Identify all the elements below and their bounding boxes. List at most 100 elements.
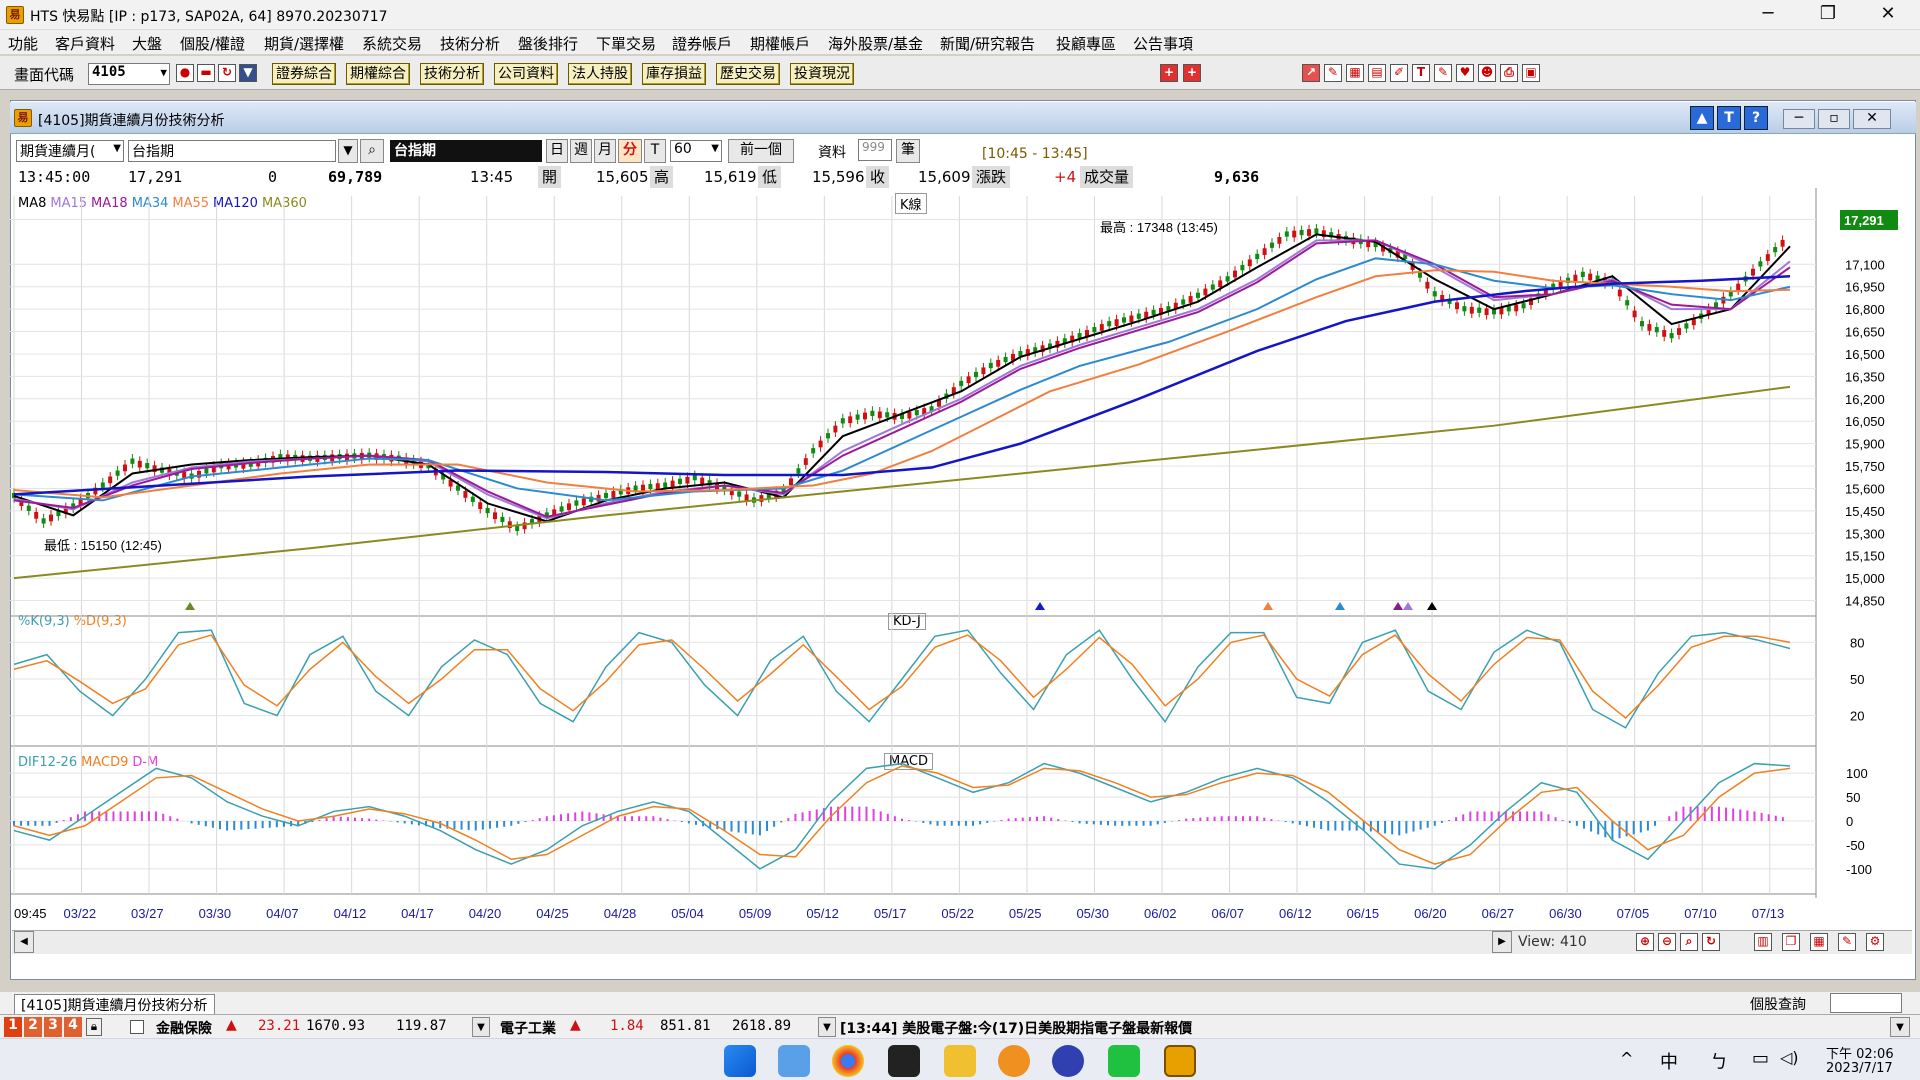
chart-minimize-button[interactable]: ─ — [1783, 109, 1815, 129]
chart-close-button[interactable]: ✕ — [1853, 109, 1891, 129]
file-explorer-icon[interactable] — [944, 1045, 976, 1077]
lock-icon[interactable]: 🔒︎ — [86, 1018, 102, 1036]
menu-item-news[interactable]: 新聞/研究報告 — [940, 33, 1035, 54]
app-orange-icon[interactable] — [998, 1045, 1030, 1077]
ime-indicator[interactable]: 中 — [1660, 1048, 1678, 1074]
settings-icon[interactable]: ⚙ — [1866, 933, 1884, 951]
ticker-checkbox[interactable] — [130, 1020, 144, 1034]
text-mode-icon[interactable]: T — [1717, 106, 1741, 130]
menu-item-technical[interactable]: 技術分析 — [440, 33, 500, 54]
history-trade-button[interactable]: 歷史交易 — [716, 63, 780, 85]
interval-select[interactable]: 60 ▼ — [670, 140, 722, 162]
period-week-button[interactable]: 週 — [570, 139, 592, 163]
ticker-tab-4[interactable]: 4 — [64, 1017, 82, 1037]
menu-item-stocks[interactable]: 個股/權證 — [180, 33, 245, 54]
chart-scrollbar[interactable]: ◀ ▶ View: 410 ⊕ ⊖ ⌕ ↻ ▥ ❐ ▦ ✎ ⚙ — [12, 930, 1912, 954]
scroll-top-icon[interactable]: ▲ — [1690, 106, 1714, 130]
inventory-pnl-button[interactable]: 庫存損益 — [642, 63, 706, 85]
reset-icon[interactable]: ↻ — [1702, 933, 1720, 951]
menu-item-market[interactable]: 大盤 — [132, 33, 162, 54]
draw-icon[interactable]: ✎ — [1324, 64, 1342, 82]
previous-button[interactable]: 前一個 — [728, 139, 794, 163]
magnifier-icon[interactable]: ⌕ — [360, 139, 384, 163]
period-minute-button[interactable]: 分 — [618, 139, 642, 163]
scroll-right-icon[interactable]: ▶ — [1492, 931, 1512, 953]
menu-item-securities-account[interactable]: 證券帳戶 — [672, 33, 732, 54]
futures-overview-button[interactable]: 期權綜合 — [346, 63, 410, 85]
copy-icon[interactable]: ❐ — [1782, 933, 1800, 951]
news-ticker[interactable]: [13:44] 美股電子盤:今(17)日美股期指電子盤最新報價 — [840, 1018, 1192, 1038]
investment-status-button[interactable]: 投資現況 — [790, 63, 854, 85]
folder-icon[interactable]: ▬ — [197, 64, 215, 82]
code-input[interactable]: 4105 ▼ — [88, 63, 170, 85]
pencil-icon[interactable]: ✎ — [1838, 933, 1856, 951]
chevron-up-icon[interactable]: ^ — [1620, 1049, 1633, 1068]
pen-icon[interactable]: ✐ — [1390, 64, 1408, 82]
technical-analysis-button[interactable]: 技術分析 — [420, 63, 484, 85]
sector2-dropdown-icon[interactable]: ▼ — [818, 1017, 836, 1037]
ticker-tab-3[interactable]: 3 — [44, 1017, 62, 1037]
securities-overview-button[interactable]: 證券綜合 — [272, 63, 336, 85]
menu-item-announcements[interactable]: 公告事項 — [1133, 33, 1193, 54]
ticker-tab-1[interactable]: 1 — [4, 1017, 22, 1037]
menu-item-futures[interactable]: 期貨/選擇權 — [264, 33, 344, 54]
app-flask-icon[interactable] — [1052, 1045, 1084, 1077]
institutional-button[interactable]: 法人持股 — [568, 63, 632, 85]
technical-chart[interactable]: 09:45 03/22 03/27 03/30 04/07 04/12 04/17 04/20… — [10, 188, 1906, 928]
sector1-dropdown-icon[interactable]: ▼ — [472, 1017, 490, 1037]
scroll-left-icon[interactable]: ◀ — [14, 931, 34, 953]
product-select[interactable]: 期貨連續月(▼ — [16, 140, 124, 162]
zoom-in-icon[interactable]: ⊕ — [1636, 933, 1654, 951]
period-day-button[interactable]: 日 — [546, 139, 568, 163]
hts-taskbar-icon[interactable] — [1164, 1045, 1196, 1077]
volume-icon[interactable]: ◁) — [1780, 1048, 1799, 1067]
help-icon[interactable]: ? — [1744, 106, 1768, 130]
clock-time[interactable]: 下午 02:06 — [1826, 1043, 1894, 1062]
data-unit-button[interactable]: 筆 — [896, 139, 920, 163]
clock-date[interactable]: 2023/7/17 — [1826, 1061, 1893, 1076]
symbol-input[interactable]: 台指期 — [128, 140, 336, 162]
menu-item-futures-account[interactable]: 期權帳戶 — [750, 33, 810, 54]
layout-icon[interactable]: ▣ — [1522, 64, 1540, 82]
calendar-icon[interactable]: ▦ — [1810, 933, 1828, 951]
news-dropdown-icon[interactable]: ▼ — [1890, 1017, 1910, 1037]
menu-item-overseas[interactable]: 海外股票/基金 — [828, 33, 923, 54]
menu-item-ranking[interactable]: 盤後排行 — [518, 33, 578, 54]
text-icon[interactable]: T — [1412, 64, 1430, 82]
dropdown-icon[interactable]: ▼ — [239, 64, 257, 82]
minimize-button[interactable]: ─ — [1738, 0, 1798, 30]
ticker-tab-2[interactable]: 2 — [24, 1017, 42, 1037]
add-icon[interactable]: + — [1160, 64, 1178, 82]
company-info-button[interactable]: 公司資料 — [494, 63, 558, 85]
search-icon[interactable]: ● — [176, 64, 194, 82]
period-tick-button[interactable]: T — [644, 139, 666, 163]
chrome-icon[interactable] — [832, 1045, 864, 1077]
menu-item-function[interactable]: 功能 — [8, 33, 38, 54]
browser-edge-icon[interactable] — [778, 1045, 810, 1077]
zoom-icon[interactable]: ⌕ — [1680, 933, 1698, 951]
symbol-dropdown-icon[interactable]: ▼ — [338, 139, 358, 163]
close-button[interactable]: ✕ — [1858, 0, 1918, 30]
menu-item-system-trade[interactable]: 系統交易 — [362, 33, 422, 54]
notes-icon[interactable] — [888, 1045, 920, 1077]
data-count-input[interactable]: 999 — [858, 139, 892, 161]
network-icon[interactable]: ▭ — [1752, 1048, 1769, 1069]
start-icon[interactable] — [724, 1045, 756, 1077]
chart-tool-icon[interactable]: ↗ — [1302, 64, 1320, 82]
ime-mode-icon[interactable]: ㄅ — [1710, 1048, 1728, 1074]
people-icon[interactable]: ☻ — [1478, 64, 1496, 82]
indicator-icon[interactable]: ▥ — [1754, 933, 1772, 951]
edit-icon[interactable]: ✎ — [1434, 64, 1452, 82]
grid-icon[interactable]: ▦ — [1346, 64, 1364, 82]
period-month-button[interactable]: 月 — [594, 139, 616, 163]
stock-query-input[interactable] — [1830, 993, 1902, 1013]
maximize-button[interactable]: ❐ — [1798, 0, 1858, 30]
refresh-icon[interactable]: ↻ — [218, 64, 236, 82]
status-tab[interactable]: [4105]期貨連續月份技術分析 — [14, 994, 215, 1016]
table-icon[interactable]: ▤ — [1368, 64, 1386, 82]
line-icon[interactable] — [1108, 1045, 1140, 1077]
chart-restore-button[interactable]: ▫ — [1818, 109, 1850, 129]
zoom-out-icon[interactable]: ⊖ — [1658, 933, 1676, 951]
add-alt-icon[interactable]: + — [1183, 64, 1201, 82]
chevron-down-icon[interactable]: ▼ — [160, 66, 167, 79]
